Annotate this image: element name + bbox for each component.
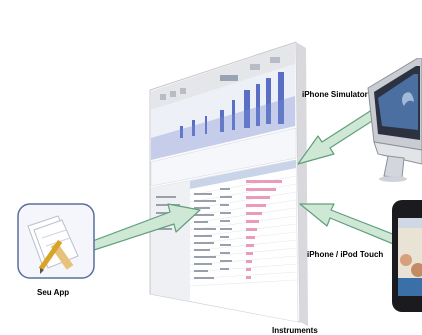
arrow-app-to-instruments — [90, 192, 210, 252]
device-label: iPhone / iPod Touch — [307, 250, 384, 259]
xcode-app-icon — [16, 202, 96, 280]
iphone-icon — [388, 200, 422, 312]
instruments-window — [120, 30, 310, 330]
app-label: Seu App — [37, 288, 70, 297]
imac-icon — [364, 58, 422, 182]
simulator-label: iPhone Simulator — [302, 90, 368, 99]
